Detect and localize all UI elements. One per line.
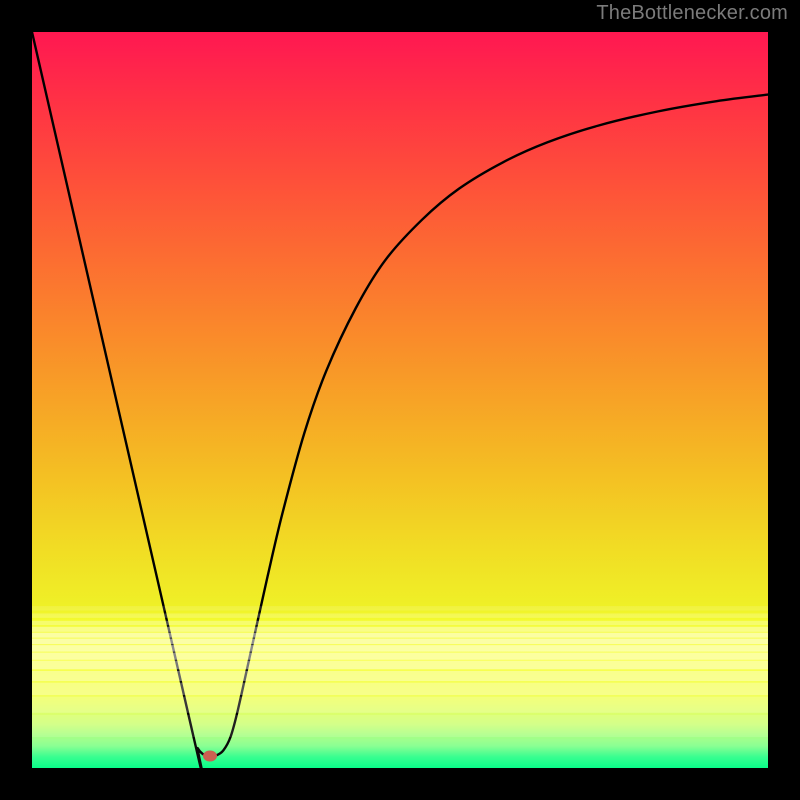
attribution-text: TheBottlenecker.com [596,2,788,25]
optimal-point-marker [203,751,217,762]
chart-figure: TheBottlenecker.com [0,0,800,800]
plot-area [32,32,768,768]
bottleneck-curve [32,32,768,768]
